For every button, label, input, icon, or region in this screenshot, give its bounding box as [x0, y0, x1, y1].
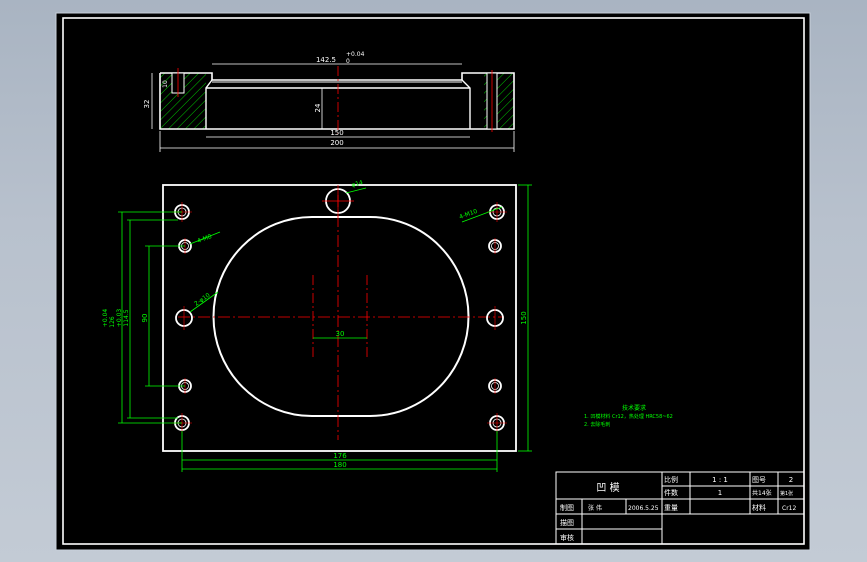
qty-value: 1: [718, 489, 722, 497]
dim-10: 10: [162, 80, 169, 88]
dim-150-plan: 150: [520, 311, 528, 324]
dim-114: 114.5: [123, 309, 130, 326]
drawing-no-value: 2: [789, 476, 793, 484]
drawn-label: 制图: [560, 503, 574, 512]
drawn-name: 张 伟: [588, 504, 602, 512]
approved-label: 审核: [560, 533, 574, 542]
dim-30: 30: [336, 330, 345, 338]
sheets-label: 共14张: [752, 489, 772, 497]
dim-90: 90: [141, 314, 149, 323]
checked-label: 描图: [560, 518, 574, 527]
drawing-no-label: 图号: [752, 476, 766, 484]
dim-142-tol-upper: +0.04: [346, 51, 365, 58]
scale-label: 比例: [664, 475, 678, 484]
dim-126: 126: [109, 316, 116, 328]
dim-142-tol-lower: 0: [346, 58, 350, 65]
notes-line-1: 1. 凹模材料 Cr12，热处理 HRC58~62: [584, 413, 673, 420]
weight-label: 重量: [664, 504, 678, 512]
dim-24: 24: [314, 103, 322, 112]
dim-180: 180: [333, 461, 346, 469]
cad-drawing: 200 150 142.5 +0.04 0 32 10 24 φ14 4-M10…: [55, 12, 811, 551]
dim-200: 200: [330, 139, 343, 147]
notes-line-2: 2. 去除毛刺: [584, 421, 610, 428]
drawn-date: 2006.5.25: [628, 505, 659, 512]
material-label: 材料: [752, 503, 766, 512]
material-value: Cr12: [782, 505, 796, 512]
qty-label: 件数: [664, 488, 678, 497]
dim-126-tol: +0.04: [102, 309, 109, 328]
dim-176: 176: [333, 452, 347, 460]
dim-150: 150: [330, 129, 343, 137]
sheet-label: 第1张: [780, 490, 793, 497]
dim-32: 32: [143, 100, 151, 109]
dim-142: 142.5: [316, 56, 336, 64]
part-name: 凹 模: [596, 482, 619, 494]
scale-value: 1 : 1: [712, 476, 728, 484]
notes-heading: 技术要求: [622, 404, 646, 412]
dim-114-tol: +0.03: [116, 309, 123, 328]
